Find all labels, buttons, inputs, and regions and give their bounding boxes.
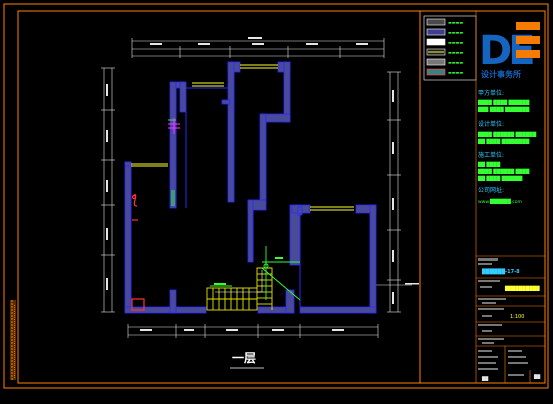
legend-label: ▬▬▬▬ (448, 30, 463, 35)
company-logo: DE 设计事务所 (479, 22, 540, 79)
legend: ▬▬▬▬ ▬▬▬▬ ▬▬▬▬ ▬▬▬▬ ▬▬▬▬ ▬▬▬▬ (423, 15, 477, 81)
floor-plan-drawing: 一层 ▬▬▬▬ ▬▬▬▬ ▬▬▬▬ ▬▬▬▬ ▬▬▬▬ ▬▬▬▬ DE 设计事务所 甲方单… (3, 3, 549, 389)
contractor-line-1: ██ ████ (477, 161, 501, 168)
section-heading-client: 甲方单位: (478, 89, 504, 97)
legend-label: ▬▬▬▬ (448, 50, 463, 55)
red-symbols (131, 194, 145, 311)
legend-label: ▬▬▬▬ (448, 70, 463, 75)
client-line-1: ████ ████ ██████ (477, 99, 530, 106)
designer-line-1: ████ ██████ ██████ (477, 131, 537, 138)
designer-line-2: ██ ████ ████████ (477, 138, 530, 145)
legend-label: ▬▬▬▬ (448, 60, 463, 65)
contractor-line-3: ██ ████ ██████ (477, 175, 523, 182)
walls (124, 61, 377, 314)
client-line-2: ███ ████ ███████ (477, 106, 530, 113)
logo-caption: 设计事务所 (481, 69, 521, 79)
legend-swatch (426, 68, 446, 76)
dimension-lines (101, 38, 412, 338)
footer-cell-2: ██ (481, 376, 489, 381)
legend-label: ▬▬▬▬ (448, 20, 463, 25)
windows (131, 64, 354, 211)
scale-value: 1:100 (510, 314, 524, 320)
drawing-name: ██████████ (504, 285, 540, 292)
legend-swatch (426, 18, 446, 26)
section-heading-website: 公司网址: (478, 186, 504, 194)
section-heading-contractor: 施工单位: (478, 151, 504, 159)
footer-cell-1: ██ (533, 374, 541, 379)
project-number: ██████-17-8 (481, 268, 520, 275)
section-heading-designer: 设计单位: (478, 120, 504, 128)
legend-swatch (426, 58, 446, 66)
wall-outlines (130, 72, 371, 307)
legend-label: ▬▬▬▬ (448, 40, 463, 45)
website-line: www.██████.com (478, 198, 522, 205)
stair-guide-lines (215, 270, 263, 293)
drawing-title: 一层 (232, 351, 256, 365)
margin-stamp (10, 300, 16, 380)
legend-swatch (426, 38, 446, 46)
legend-swatch (426, 28, 446, 36)
contractor-line-2: ████ ██████ ████ (477, 168, 530, 175)
